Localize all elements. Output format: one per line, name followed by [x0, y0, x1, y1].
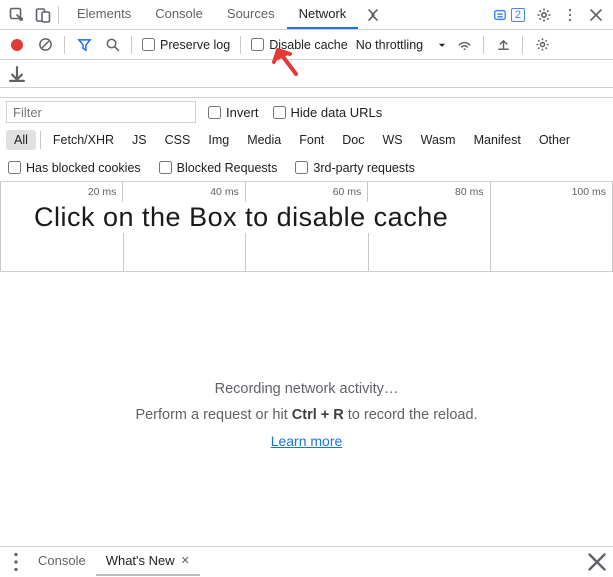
- invert-label: Invert: [226, 105, 259, 120]
- type-wasm[interactable]: Wasm: [413, 130, 464, 150]
- hint-key: Ctrl + R: [292, 407, 344, 423]
- extra-filters: Has blocked cookies Blocked Requests 3rd…: [0, 154, 613, 182]
- blocked-cookies-checkbox[interactable]: Has blocked cookies: [8, 161, 141, 175]
- throttling-label: No throttling: [356, 38, 423, 52]
- type-ws[interactable]: WS: [374, 130, 410, 150]
- type-doc[interactable]: Doc: [334, 130, 372, 150]
- panel-tabs: Elements Console Sources Network: [65, 0, 384, 29]
- separator: [131, 36, 132, 54]
- throttling-select[interactable]: No throttling: [356, 38, 447, 52]
- drawer-tab-console[interactable]: Console: [28, 547, 96, 576]
- hint-before: Perform a request or hit: [135, 407, 291, 423]
- timeline-tick: 60 ms: [246, 182, 368, 204]
- blocked-requests-checkbox[interactable]: Blocked Requests: [159, 161, 278, 175]
- separator: [483, 36, 484, 54]
- hide-data-urls-checkbox[interactable]: Hide data URLs: [273, 105, 383, 120]
- import-har-icon[interactable]: [492, 34, 514, 56]
- disable-cache-label: Disable cache: [269, 38, 348, 52]
- toggle-device-icon[interactable]: [30, 0, 56, 30]
- separator: [40, 131, 41, 149]
- type-css[interactable]: CSS: [157, 130, 199, 150]
- recording-hint: Perform a request or hit Ctrl + R to rec…: [135, 407, 477, 423]
- separator: [240, 36, 241, 54]
- preserve-log-checkbox[interactable]: Preserve log: [142, 38, 230, 52]
- annotation-text: Click on the Box to disable cache: [34, 202, 448, 233]
- issues-badge[interactable]: 2: [493, 8, 525, 22]
- settings-gear-icon[interactable]: [531, 0, 557, 30]
- drawer-menu-icon[interactable]: [4, 547, 28, 577]
- type-font[interactable]: Font: [291, 130, 332, 150]
- timeline-tick: 20 ms: [0, 182, 123, 204]
- timeline-tick: 100 ms: [491, 182, 613, 204]
- hint-after: to record the reload.: [344, 407, 478, 423]
- blocked-cookies-label: Has blocked cookies: [26, 161, 141, 175]
- type-media[interactable]: Media: [239, 130, 289, 150]
- timeline-tick: 80 ms: [368, 182, 490, 204]
- network-conditions-icon[interactable]: [453, 34, 475, 56]
- learn-more-link[interactable]: Learn more: [271, 433, 343, 449]
- drawer-tab-label: What's New: [106, 553, 175, 568]
- blocked-requests-label: Blocked Requests: [177, 161, 278, 175]
- tab-sources[interactable]: Sources: [215, 0, 287, 29]
- tab-console[interactable]: Console: [143, 0, 215, 29]
- drawer: Console What's New ✕: [0, 546, 613, 576]
- separator: [64, 36, 65, 54]
- record-button[interactable]: [6, 34, 28, 56]
- third-party-label: 3rd-party requests: [313, 161, 414, 175]
- kebab-menu-icon[interactable]: [557, 0, 583, 30]
- timeline-tick: 40 ms: [123, 182, 245, 204]
- export-har-icon[interactable]: [6, 63, 28, 85]
- invert-checkbox[interactable]: Invert: [208, 105, 259, 120]
- inspect-element-icon[interactable]: [4, 0, 30, 30]
- type-img[interactable]: Img: [200, 130, 237, 150]
- recording-title: Recording network activity…: [215, 381, 399, 397]
- type-js[interactable]: JS: [124, 130, 155, 150]
- clear-icon[interactable]: [34, 34, 56, 56]
- filter-bar: Invert Hide data URLs: [0, 98, 613, 126]
- network-settings-gear-icon[interactable]: [531, 34, 553, 56]
- network-toolbar: Preserve log Disable cache No throttling: [0, 30, 613, 60]
- devtools-tab-bar: Elements Console Sources Network 2: [0, 0, 613, 30]
- close-devtools-icon[interactable]: [583, 0, 609, 30]
- type-manifest[interactable]: Manifest: [466, 130, 529, 150]
- drawer-tab-label: Console: [38, 553, 86, 568]
- hide-data-urls-label: Hide data URLs: [291, 105, 383, 120]
- tab-network[interactable]: Network: [287, 0, 359, 29]
- toolbar-gap: [0, 88, 613, 98]
- network-empty-state: Recording network activity… Perform a re…: [0, 272, 613, 558]
- drawer-tab-whats-new[interactable]: What's New ✕: [96, 547, 200, 576]
- filter-input[interactable]: [6, 101, 196, 123]
- close-icon[interactable]: ✕: [181, 554, 190, 567]
- separator: [58, 6, 59, 24]
- type-other[interactable]: Other: [531, 130, 578, 150]
- resource-type-filters: All Fetch/XHR JS CSS Img Media Font Doc …: [0, 126, 613, 154]
- preserve-log-label: Preserve log: [160, 38, 230, 52]
- separator: [522, 36, 523, 54]
- more-tabs-icon[interactable]: [358, 0, 384, 30]
- type-all[interactable]: All: [6, 130, 36, 150]
- drawer-close-icon[interactable]: [585, 547, 609, 577]
- third-party-checkbox[interactable]: 3rd-party requests: [295, 161, 414, 175]
- type-fetch-xhr[interactable]: Fetch/XHR: [45, 130, 122, 150]
- issues-count: 2: [511, 8, 525, 22]
- search-icon[interactable]: [101, 34, 123, 56]
- network-toolbar-2: [0, 60, 613, 88]
- disable-cache-checkbox[interactable]: Disable cache: [251, 38, 348, 52]
- tab-elements[interactable]: Elements: [65, 0, 143, 29]
- filter-toggle-icon[interactable]: [73, 34, 95, 56]
